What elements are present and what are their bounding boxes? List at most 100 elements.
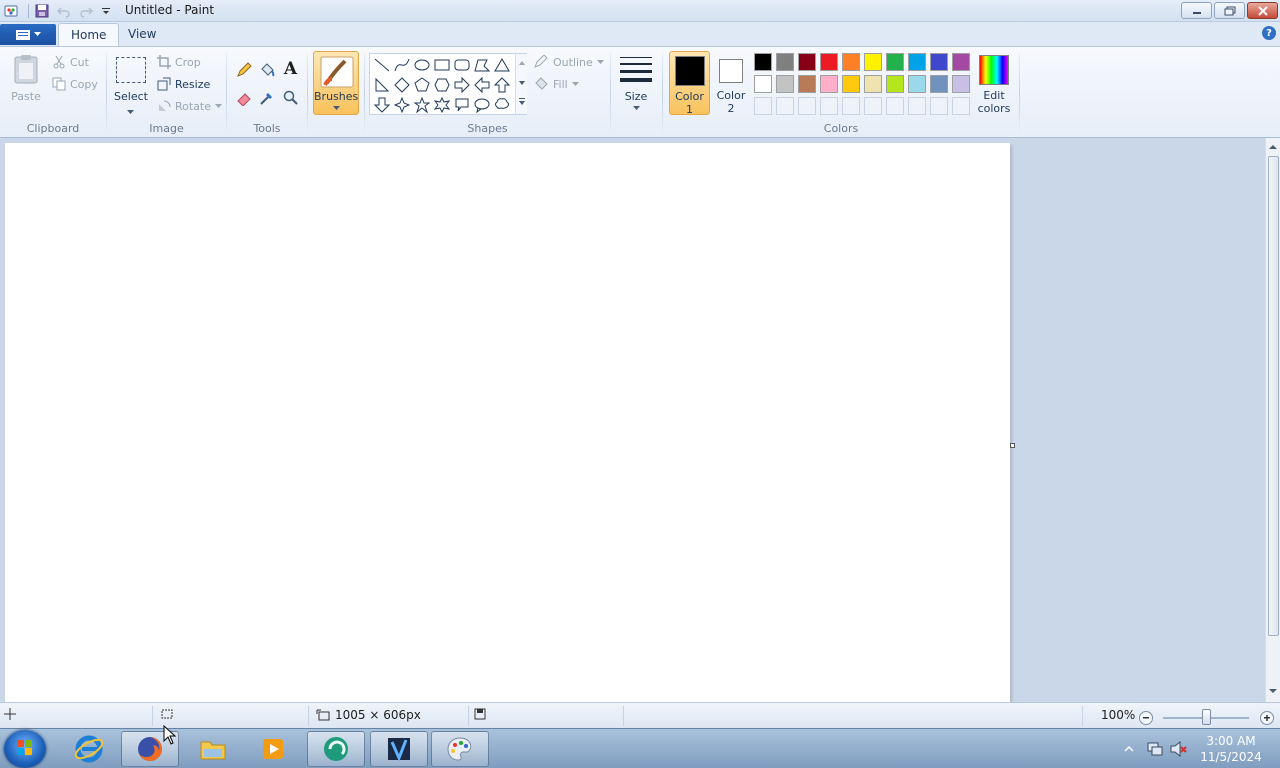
right-triangle-shape-icon[interactable]: [372, 75, 392, 95]
undo-icon[interactable]: [56, 3, 72, 19]
palette-swatch[interactable]: [754, 53, 772, 71]
up-arrow-shape-icon[interactable]: [492, 75, 512, 95]
rounded-rectangle-shape-icon[interactable]: [452, 55, 472, 75]
six-point-star-shape-icon[interactable]: [432, 95, 452, 115]
palette-swatch[interactable]: [820, 53, 838, 71]
curve-shape-icon[interactable]: [392, 55, 412, 75]
taskbar-internet-explorer[interactable]: [60, 731, 118, 767]
vertical-scroll-thumb[interactable]: [1268, 156, 1279, 636]
palette-swatch[interactable]: [886, 53, 904, 71]
drawing-canvas[interactable]: [5, 143, 1010, 702]
diamond-shape-icon[interactable]: [392, 75, 412, 95]
start-button[interactable]: [4, 730, 46, 768]
down-arrow-shape-icon[interactable]: [372, 95, 392, 115]
five-point-star-shape-icon[interactable]: [412, 95, 432, 115]
restore-button[interactable]: [1214, 2, 1245, 19]
taskbar-file-explorer[interactable]: [184, 731, 242, 767]
brushes-button[interactable]: Brushes: [313, 51, 359, 115]
palette-swatch[interactable]: [754, 75, 772, 93]
palette-swatch[interactable]: [776, 75, 794, 93]
hexagon-shape-icon[interactable]: [432, 75, 452, 95]
rectangle-shape-icon[interactable]: [432, 55, 452, 75]
copy-button[interactable]: Copy: [52, 77, 98, 91]
taskbar-app-editor[interactable]: [370, 731, 428, 767]
text-tool-icon[interactable]: A: [280, 59, 301, 79]
palette-swatch[interactable]: [908, 53, 926, 71]
custom-color-slot[interactable]: [952, 97, 970, 115]
palette-swatch[interactable]: [776, 53, 794, 71]
right-arrow-shape-icon[interactable]: [452, 75, 472, 95]
show-hidden-icons-button[interactable]: [1124, 743, 1134, 756]
select-button[interactable]: Select: [112, 90, 150, 103]
oval-callout-shape-icon[interactable]: [472, 95, 492, 115]
palette-swatch[interactable]: [930, 75, 948, 93]
polygon-shape-icon[interactable]: [472, 55, 492, 75]
custom-color-slot[interactable]: [864, 97, 882, 115]
custom-color-slot[interactable]: [842, 97, 860, 115]
taskbar-app-green[interactable]: [307, 731, 365, 767]
volume-muted-icon[interactable]: [1170, 740, 1188, 760]
palette-swatch[interactable]: [842, 75, 860, 93]
palette-swatch[interactable]: [952, 75, 970, 93]
left-arrow-shape-icon[interactable]: [472, 75, 492, 95]
palette-swatch[interactable]: [798, 53, 816, 71]
taskbar-paint[interactable]: [431, 731, 489, 767]
canvas-resize-handle[interactable]: [1010, 443, 1015, 448]
palette-swatch[interactable]: [820, 75, 838, 93]
paste-button[interactable]: Paste: [6, 90, 46, 103]
network-icon[interactable]: [1146, 741, 1164, 760]
zoom-slider-thumb[interactable]: [1202, 709, 1211, 725]
customize-qat-icon[interactable]: [98, 3, 114, 19]
magnifier-icon[interactable]: [280, 88, 301, 108]
vertical-scrollbar[interactable]: [1265, 138, 1280, 702]
paint-app-icon[interactable]: [3, 3, 19, 19]
palette-swatch[interactable]: [864, 53, 882, 71]
tab-home[interactable]: Home: [58, 23, 120, 46]
line-shape-icon[interactable]: [372, 55, 392, 75]
close-button[interactable]: [1247, 2, 1278, 19]
cut-button[interactable]: Cut: [52, 55, 89, 69]
color2-button[interactable]: Color 2: [712, 51, 750, 115]
crop-button[interactable]: Crop: [157, 55, 201, 69]
custom-color-slot[interactable]: [754, 97, 772, 115]
triangle-shape-icon[interactable]: [492, 55, 512, 75]
eraser-icon[interactable]: [233, 88, 254, 108]
pentagon-shape-icon[interactable]: [412, 75, 432, 95]
palette-swatch[interactable]: [864, 75, 882, 93]
zoom-out-button[interactable]: [1139, 711, 1153, 725]
rotate-button[interactable]: Rotate: [157, 99, 223, 113]
outline-button[interactable]: Outline: [533, 55, 604, 69]
resize-button[interactable]: Resize: [157, 77, 210, 91]
custom-color-slot[interactable]: [776, 97, 794, 115]
palette-swatch[interactable]: [952, 53, 970, 71]
scroll-up-icon[interactable]: [1266, 142, 1280, 152]
custom-color-slot[interactable]: [908, 97, 926, 115]
shapes-scrollbar[interactable]: [515, 54, 527, 114]
custom-color-slot[interactable]: [930, 97, 948, 115]
cloud-callout-shape-icon[interactable]: [492, 95, 512, 115]
four-point-star-shape-icon[interactable]: [392, 95, 412, 115]
size-button[interactable]: Size: [618, 53, 654, 117]
custom-color-slot[interactable]: [798, 97, 816, 115]
edit-colors-button[interactable]: Edit colors: [975, 51, 1013, 115]
color1-button[interactable]: Color 1: [669, 51, 710, 116]
palette-swatch[interactable]: [930, 53, 948, 71]
rounded-callout-shape-icon[interactable]: [452, 95, 472, 115]
palette-swatch[interactable]: [798, 75, 816, 93]
select-dropdown-icon[interactable]: [127, 105, 134, 118]
taskbar-media-player[interactable]: [244, 731, 302, 767]
scroll-down-icon[interactable]: [1266, 686, 1280, 696]
paint-menu-button[interactable]: [0, 24, 56, 45]
minimize-button[interactable]: [1181, 2, 1212, 19]
redo-icon[interactable]: [78, 3, 94, 19]
palette-swatch[interactable]: [842, 53, 860, 71]
save-icon[interactable]: [34, 3, 50, 19]
palette-swatch[interactable]: [886, 75, 904, 93]
color-picker-icon[interactable]: [256, 88, 277, 108]
palette-swatch[interactable]: [908, 75, 926, 93]
fill-bucket-icon[interactable]: [256, 60, 277, 80]
oval-shape-icon[interactable]: [412, 55, 432, 75]
help-icon[interactable]: ?: [1262, 26, 1276, 40]
pencil-icon[interactable]: [233, 60, 254, 80]
fill-button[interactable]: Fill: [533, 77, 579, 91]
